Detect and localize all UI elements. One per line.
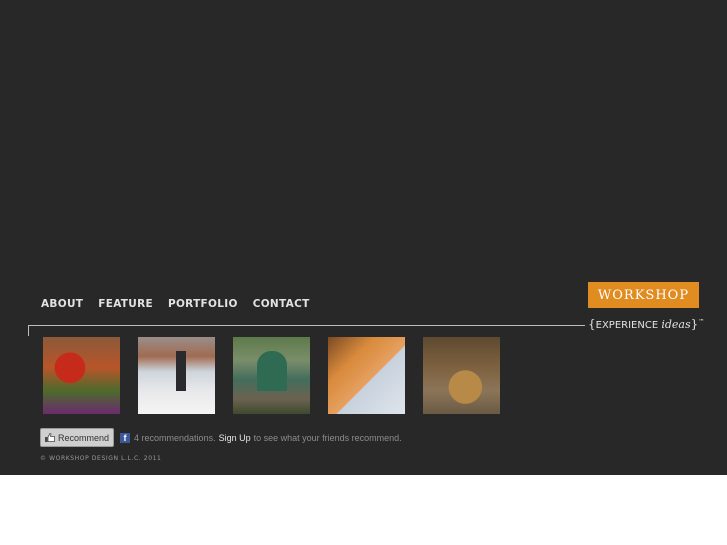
- page-background: ABOUT FEATURE PORTFOLIO CONTACT WORKSHOP…: [0, 0, 727, 475]
- trademark-symbol: ™: [698, 318, 705, 326]
- logo-text: WORKSHOP: [597, 287, 690, 303]
- main-nav: ABOUT FEATURE PORTFOLIO CONTACT: [41, 298, 325, 310]
- nav-contact[interactable]: CONTACT: [253, 298, 310, 310]
- divider-line: [28, 325, 585, 326]
- thumbnail-fitness-exhibit[interactable]: [43, 337, 120, 414]
- tagline: {EXPERIENCE ideas}™: [588, 317, 704, 331]
- workshop-logo[interactable]: WORKSHOP: [588, 282, 699, 308]
- recommend-button[interactable]: Recommend: [40, 428, 115, 447]
- portfolio-thumbnails: [43, 337, 518, 414]
- signup-link[interactable]: Sign Up: [219, 433, 251, 443]
- recommend-suffix: to see what your friends recommend.: [253, 432, 402, 443]
- thumbnail-park-sign[interactable]: [233, 337, 310, 414]
- divider-tick: [28, 325, 29, 336]
- nav-feature[interactable]: FEATURE: [98, 298, 153, 310]
- thumbs-up-icon: [45, 433, 55, 442]
- recommend-label: Recommend: [58, 432, 110, 443]
- tagline-main: EXPERIENCE: [595, 320, 662, 331]
- facebook-icon: f: [120, 432, 131, 443]
- thumbnail-interior-sculpture[interactable]: [423, 337, 500, 414]
- tagline-italic: ideas: [661, 318, 691, 331]
- thumbnail-toy-display[interactable]: [328, 337, 405, 414]
- nav-portfolio[interactable]: PORTFOLIO: [168, 298, 238, 310]
- tagline-open-brace: {: [588, 317, 596, 331]
- nav-about[interactable]: ABOUT: [41, 298, 83, 310]
- recommendation-count: 4 recommendations.: [134, 432, 216, 443]
- copyright: © WORKSHOP DESIGN L.L.C. 2011: [40, 455, 162, 462]
- thumbnail-statue-plaza[interactable]: [138, 337, 215, 414]
- facebook-recommend-widget: Recommend f 4 recommendations. Sign Up t…: [40, 428, 402, 447]
